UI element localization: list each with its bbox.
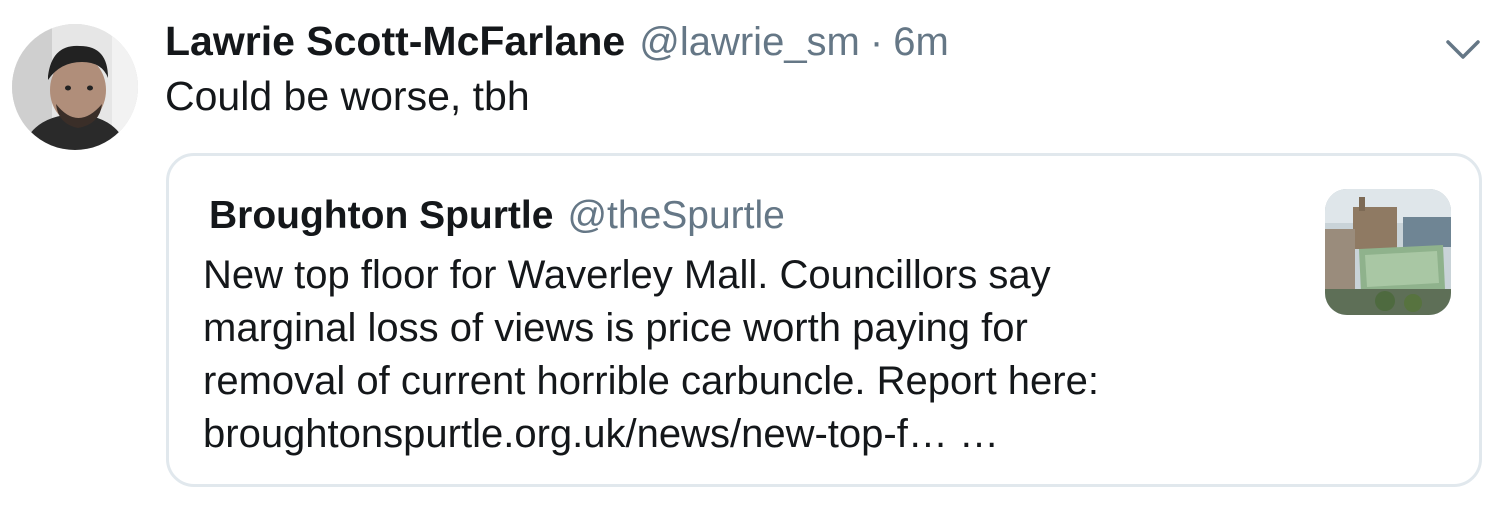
- display-name[interactable]: Lawrie Scott-McFarlane: [165, 18, 625, 65]
- quoted-text-line: New top floor for Waverley Mall. Council…: [203, 253, 1051, 297]
- thumbnail-image: [1325, 189, 1451, 315]
- avatar-image: [12, 24, 138, 150]
- quoted-tweet[interactable]: Broughton Spurtle @theSpurtle New top fl…: [166, 153, 1482, 487]
- separator-dot: ·: [869, 20, 884, 64]
- quoted-tweet-header: Broughton Spurtle @theSpurtle: [209, 194, 785, 238]
- tweet[interactable]: Lawrie Scott-McFarlane @lawrie_sm · 6m C…: [0, 0, 1508, 516]
- quoted-text-line: removal of current horrible carbuncle. R…: [203, 359, 1099, 403]
- quoted-user-handle: @theSpurtle: [567, 194, 785, 237]
- tweet-text: Could be worse, tbh: [165, 73, 530, 119]
- quoted-display-name: Broughton Spurtle: [209, 194, 554, 237]
- user-handle[interactable]: @lawrie_sm: [639, 20, 860, 65]
- quoted-tweet-text: New top floor for Waverley Mall. Council…: [203, 249, 1313, 461]
- link-preview-thumbnail[interactable]: [1325, 189, 1451, 315]
- user-avatar[interactable]: [12, 24, 138, 150]
- quoted-link[interactable]: broughtonspurtle.org.uk/news/new-top-f… …: [203, 408, 1313, 461]
- tweet-header: Lawrie Scott-McFarlane @lawrie_sm · 6m: [165, 18, 949, 70]
- timestamp[interactable]: 6m: [893, 20, 949, 65]
- chevron-down-icon[interactable]: [1442, 30, 1484, 66]
- quoted-text-line: marginal loss of views is price worth pa…: [203, 306, 1028, 350]
